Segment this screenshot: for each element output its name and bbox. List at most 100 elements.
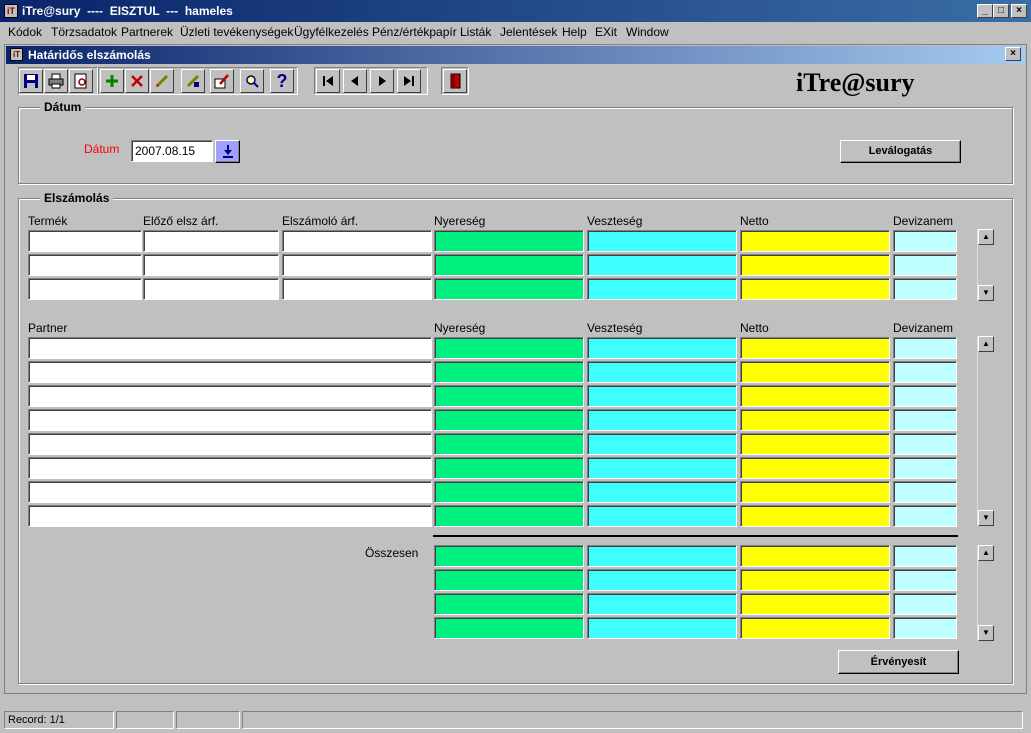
scroll-down-icon[interactable]: ▼ — [978, 625, 994, 641]
total-veszteseg-field[interactable] — [587, 617, 737, 639]
termek-field[interactable] — [28, 278, 142, 300]
first-record-icon[interactable] — [316, 69, 340, 93]
veszteseg-field[interactable] — [587, 278, 737, 300]
elszamolo-arf-field[interactable] — [282, 254, 432, 276]
insert-record-icon[interactable] — [100, 69, 124, 93]
scroll-up-icon[interactable]: ▲ — [978, 545, 994, 561]
total-netto-field[interactable] — [740, 569, 890, 591]
clear-icon[interactable] — [150, 69, 174, 93]
exit-icon[interactable] — [443, 69, 467, 93]
devizanem-field[interactable] — [893, 254, 957, 276]
devizanem-field[interactable] — [893, 230, 957, 252]
menu-partnerek[interactable]: Partnerek — [121, 25, 173, 39]
nyereseg-field[interactable] — [434, 361, 584, 383]
menu-help[interactable]: Help — [562, 25, 587, 39]
netto-field[interactable] — [740, 230, 890, 252]
elszamolo-arf-field[interactable] — [282, 278, 432, 300]
edit-icon[interactable] — [210, 69, 234, 93]
minimize-button[interactable]: _ — [977, 4, 993, 18]
devizanem-field[interactable] — [893, 385, 957, 407]
veszteseg-field[interactable] — [587, 505, 737, 527]
devizanem-field[interactable] — [893, 409, 957, 431]
netto-field[interactable] — [740, 361, 890, 383]
delete-record-icon[interactable] — [125, 69, 149, 93]
total-nyereseg-field[interactable] — [434, 617, 584, 639]
nyereseg-field[interactable] — [434, 385, 584, 407]
ervenyesit-button[interactable]: Érvényesít — [838, 650, 959, 674]
partner-field[interactable] — [28, 361, 432, 383]
total-veszteseg-field[interactable] — [587, 593, 737, 615]
scroll-up-icon[interactable]: ▲ — [978, 229, 994, 245]
total-veszteseg-field[interactable] — [587, 545, 737, 567]
elozo-elsz-arf-field[interactable] — [143, 230, 279, 252]
print-preview-icon[interactable] — [69, 69, 93, 93]
netto-field[interactable] — [740, 278, 890, 300]
maximize-button[interactable]: □ — [993, 4, 1009, 18]
devizanem-field[interactable] — [893, 337, 957, 359]
veszteseg-field[interactable] — [587, 230, 737, 252]
termek-field[interactable] — [28, 230, 142, 252]
total-devizanem-field[interactable] — [893, 617, 957, 639]
veszteseg-field[interactable] — [587, 385, 737, 407]
elozo-elsz-arf-field[interactable] — [143, 254, 279, 276]
nyereseg-field[interactable] — [434, 457, 584, 479]
nyereseg-field[interactable] — [434, 481, 584, 503]
scroll-down-icon[interactable]: ▼ — [978, 285, 994, 301]
partner-field[interactable] — [28, 505, 432, 527]
help-icon[interactable]: ? — [270, 69, 294, 93]
search-icon[interactable] — [240, 69, 264, 93]
menu-kodok[interactable]: Kódok — [8, 25, 42, 39]
partner-field[interactable] — [28, 433, 432, 455]
devizanem-field[interactable] — [893, 481, 957, 503]
menu-uzleti-tevekenysegek[interactable]: Üzleti tevékenységek — [180, 25, 293, 39]
devizanem-field[interactable] — [893, 278, 957, 300]
partner-field[interactable] — [28, 337, 432, 359]
levalogatas-button[interactable]: Leválogatás — [840, 140, 961, 163]
netto-field[interactable] — [740, 433, 890, 455]
netto-field[interactable] — [740, 337, 890, 359]
netto-field[interactable] — [740, 385, 890, 407]
menu-jelentesek[interactable]: Jelentések — [500, 25, 557, 39]
partner-field[interactable] — [28, 409, 432, 431]
totals-scrollbar[interactable]: ▲ ▼ — [977, 545, 994, 641]
menu-window[interactable]: Window — [626, 25, 669, 39]
netto-field[interactable] — [740, 409, 890, 431]
menu-listak[interactable]: Listák — [460, 25, 491, 39]
product-scrollbar[interactable]: ▲ ▼ — [977, 229, 994, 301]
nyereseg-field[interactable] — [434, 254, 584, 276]
close-button[interactable]: × — [1011, 4, 1027, 18]
datum-field[interactable]: 2007.08.15 — [131, 140, 213, 162]
child-close-button[interactable]: × — [1005, 47, 1021, 61]
elszamolo-arf-field[interactable] — [282, 230, 432, 252]
veszteseg-field[interactable] — [587, 457, 737, 479]
total-nyereseg-field[interactable] — [434, 593, 584, 615]
nyereseg-field[interactable] — [434, 278, 584, 300]
total-nyereseg-field[interactable] — [434, 569, 584, 591]
total-veszteseg-field[interactable] — [587, 569, 737, 591]
total-netto-field[interactable] — [740, 593, 890, 615]
nyereseg-field[interactable] — [434, 337, 584, 359]
nyereseg-field[interactable] — [434, 433, 584, 455]
devizanem-field[interactable] — [893, 457, 957, 479]
veszteseg-field[interactable] — [587, 481, 737, 503]
devizanem-field[interactable] — [893, 361, 957, 383]
veszteseg-field[interactable] — [587, 409, 737, 431]
next-record-icon[interactable] — [370, 69, 394, 93]
previous-record-icon[interactable] — [343, 69, 367, 93]
nyereseg-field[interactable] — [434, 409, 584, 431]
scroll-up-icon[interactable]: ▲ — [978, 336, 994, 352]
partner-field[interactable] — [28, 385, 432, 407]
total-nyereseg-field[interactable] — [434, 545, 584, 567]
total-devizanem-field[interactable] — [893, 569, 957, 591]
termek-field[interactable] — [28, 254, 142, 276]
query-icon[interactable] — [181, 69, 205, 93]
print-icon[interactable] — [44, 69, 68, 93]
veszteseg-field[interactable] — [587, 433, 737, 455]
netto-field[interactable] — [740, 457, 890, 479]
datum-dropdown-icon[interactable] — [215, 140, 240, 163]
nyereseg-field[interactable] — [434, 505, 584, 527]
menu-exit[interactable]: EXit — [595, 25, 617, 39]
veszteseg-field[interactable] — [587, 361, 737, 383]
total-devizanem-field[interactable] — [893, 545, 957, 567]
nyereseg-field[interactable] — [434, 230, 584, 252]
